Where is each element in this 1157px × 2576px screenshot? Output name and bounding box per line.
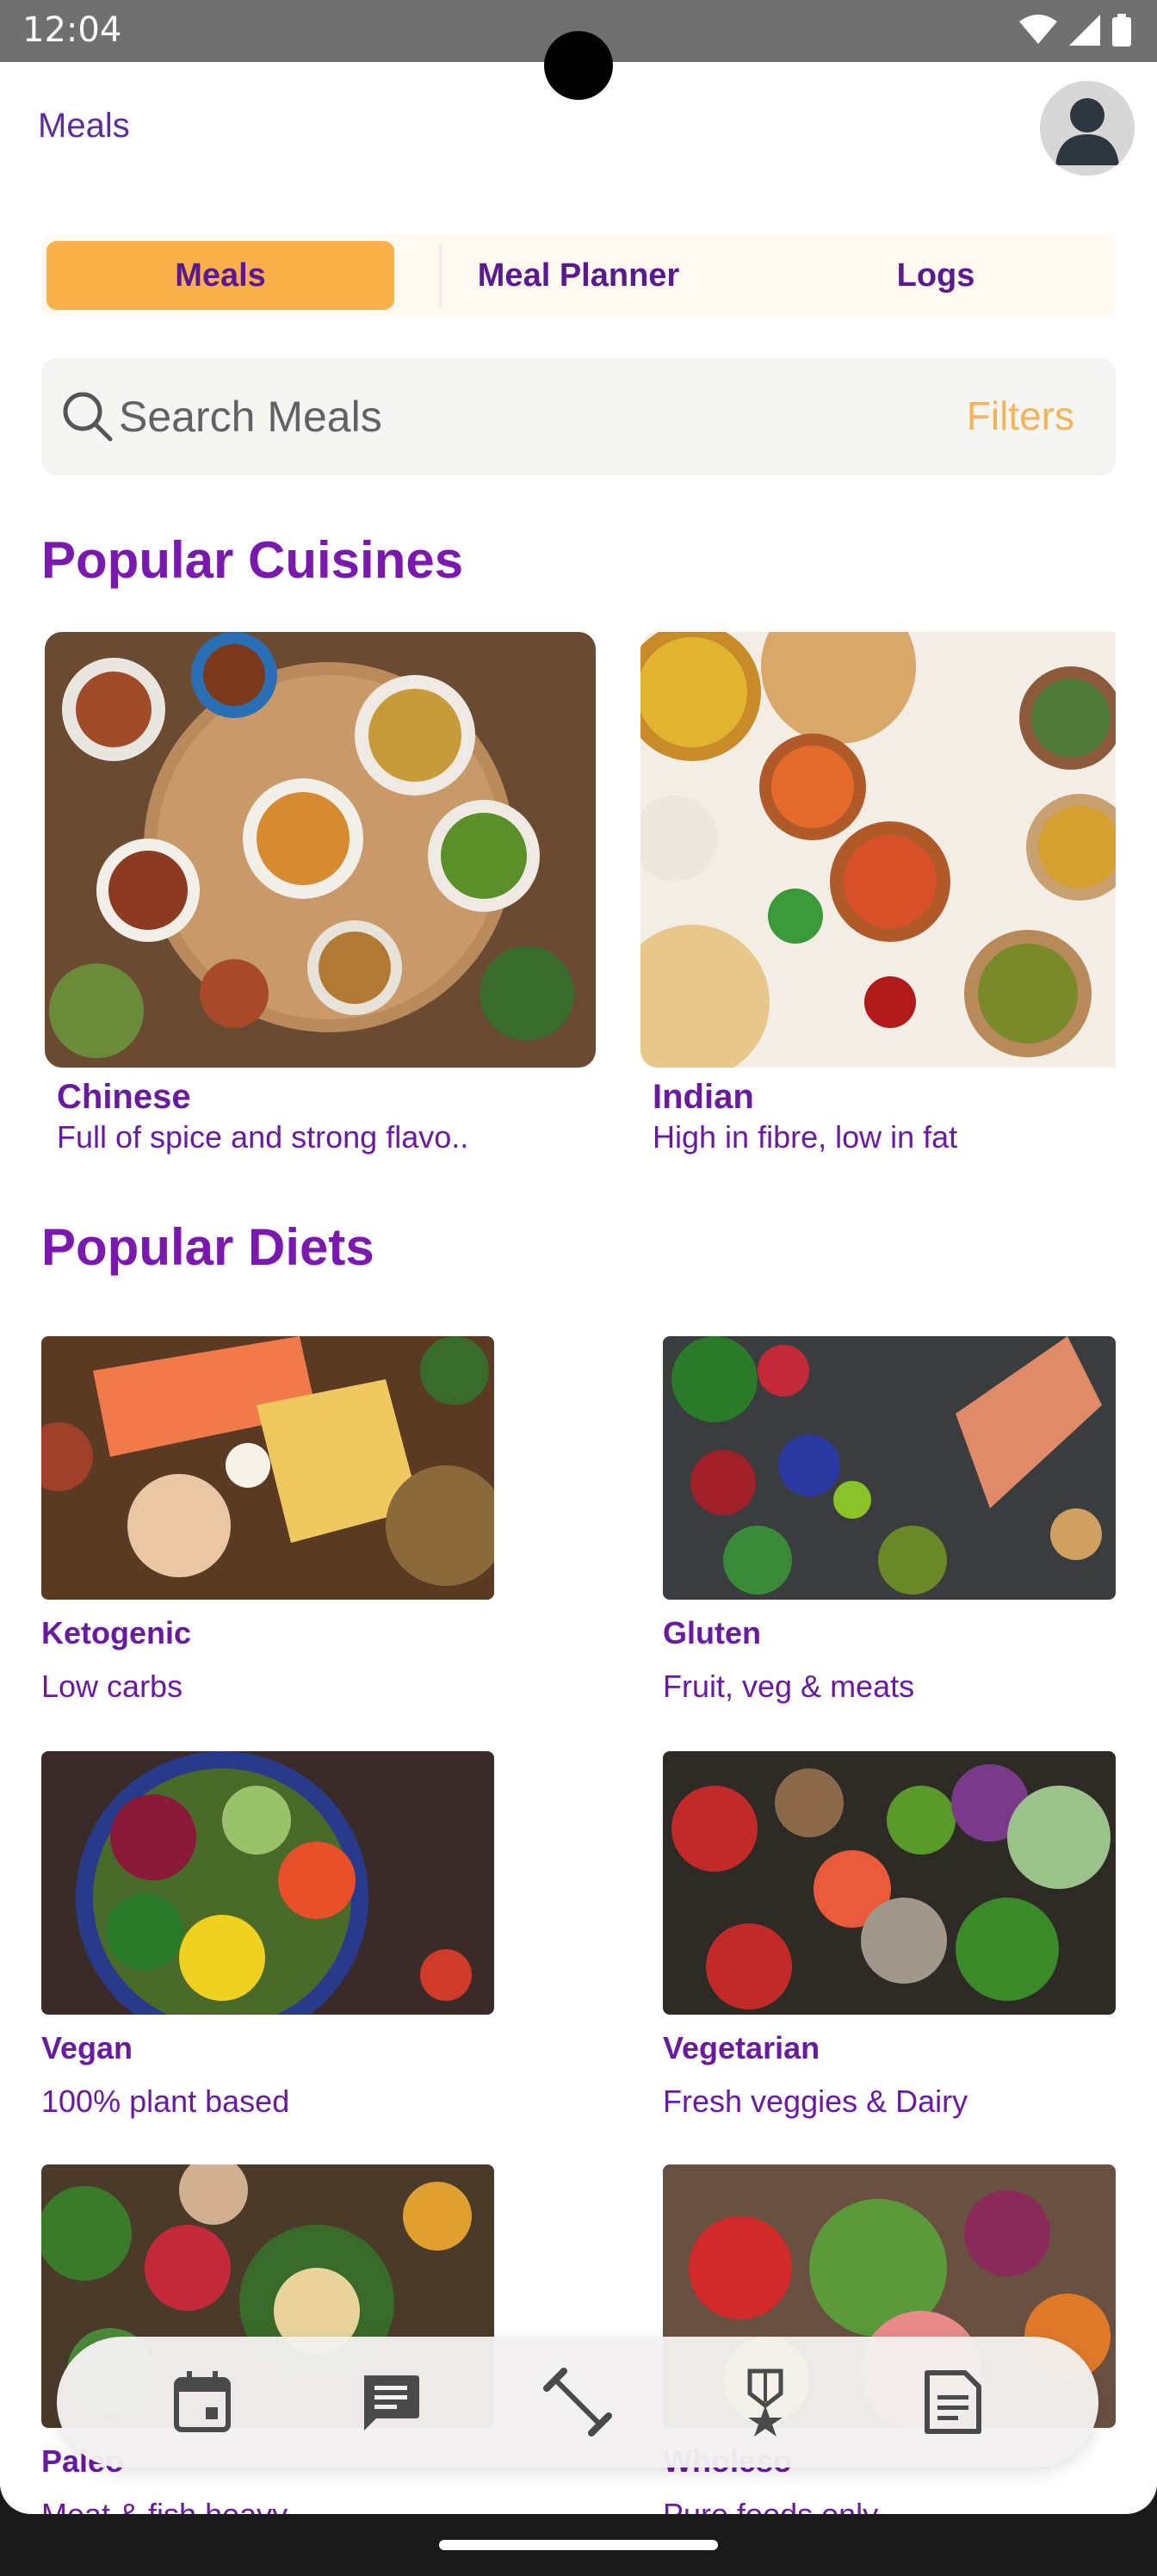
diet-image	[663, 1751, 1116, 2015]
nav-calendar[interactable]	[164, 2363, 241, 2441]
cuisine-image	[45, 632, 596, 1068]
diet-card-vegan[interactable]: Vegan 100% plant based	[41, 1751, 494, 2120]
diet-description: Pure foods only	[663, 2497, 1116, 2514]
battery-icon	[1112, 14, 1131, 46]
search-icon	[63, 392, 113, 442]
diet-card-vegetarian[interactable]: Vegetarian Fresh veggies & Dairy	[663, 1751, 1116, 2120]
chat-icon	[364, 2375, 419, 2430]
diet-name: Ketogenic	[41, 1615, 192, 1650]
tab-meal-planner[interactable]: Meal Planner	[401, 241, 756, 310]
section-title-cuisines: Popular Cuisines	[41, 531, 464, 589]
diet-description: 100% plant based	[41, 2084, 290, 2119]
cuisine-carousel[interactable]: Chinese Full of spice and strong flavo..	[41, 632, 1116, 1166]
nav-messages[interactable]	[351, 2363, 429, 2441]
cuisine-name: Chinese	[57, 1078, 191, 1116]
notes-icon	[925, 2370, 981, 2434]
nav-workouts[interactable]	[539, 2363, 616, 2441]
search-input[interactable]	[119, 389, 894, 444]
status-time: 12:04	[22, 10, 122, 50]
cuisine-name: Indian	[653, 1078, 754, 1116]
tab-bar: Meals Meal Planner Logs	[41, 234, 1116, 317]
calendar-icon	[174, 2371, 231, 2432]
medal-icon	[747, 2369, 783, 2437]
diet-description: Low carbs	[41, 1669, 183, 1704]
user-icon	[1040, 81, 1135, 176]
diet-description: Meat & fish heavy	[41, 2497, 494, 2514]
diet-name: Vegetarian	[663, 2030, 820, 2065]
cuisine-card-chinese[interactable]: Chinese Full of spice and strong flavo..	[45, 632, 596, 1155]
diet-name: Vegan	[41, 2030, 133, 2065]
diet-description: Fresh veggies & Dairy	[663, 2084, 968, 2119]
tab-meals[interactable]: Meals	[46, 241, 394, 310]
signal-icon	[1069, 15, 1100, 46]
diet-name: Gluten	[663, 1615, 761, 1650]
diet-image	[41, 1336, 494, 1600]
nav-achievements[interactable]	[727, 2363, 804, 2441]
diet-image	[41, 1751, 494, 2015]
search-bar: Filters	[41, 358, 1116, 475]
cuisine-description: Full of spice and strong flavo..	[57, 1119, 469, 1155]
gesture-handle[interactable]	[439, 2540, 718, 2550]
tab-logs[interactable]: Logs	[761, 241, 1111, 310]
bottom-nav	[57, 2337, 1098, 2468]
cuisine-description: High in fibre, low in fat	[653, 1119, 958, 1155]
diet-description: Fruit, veg & meats	[663, 1669, 915, 1704]
page-title: Meals	[38, 107, 130, 145]
section-title-diets: Popular Diets	[41, 1218, 374, 1276]
filters-button[interactable]: Filters	[967, 393, 1074, 439]
tab-label: Meal Planner	[477, 257, 680, 294]
diet-card-gluten[interactable]: Gluten Fruit, veg & meats	[663, 1336, 1116, 1705]
nav-notes[interactable]	[914, 2363, 992, 2441]
avatar[interactable]	[1040, 81, 1135, 176]
wifi-icon	[1019, 15, 1057, 44]
app-screen: 12:04 Meals Meals Meal Planner Logs Filt…	[0, 0, 1157, 2514]
cuisine-image	[640, 632, 1116, 1068]
tab-label: Meals	[175, 257, 266, 294]
status-icons	[1019, 14, 1131, 46]
dumbbell-icon	[543, 2368, 612, 2437]
diet-card-ketogenic[interactable]: Ketogenic Low carbs	[41, 1336, 494, 1705]
diet-image	[663, 1336, 1116, 1600]
camera-cutout	[544, 31, 613, 100]
tab-label: Logs	[896, 257, 975, 294]
cuisine-card-indian[interactable]: Indian High in fibre, low in fat	[640, 632, 1116, 1155]
